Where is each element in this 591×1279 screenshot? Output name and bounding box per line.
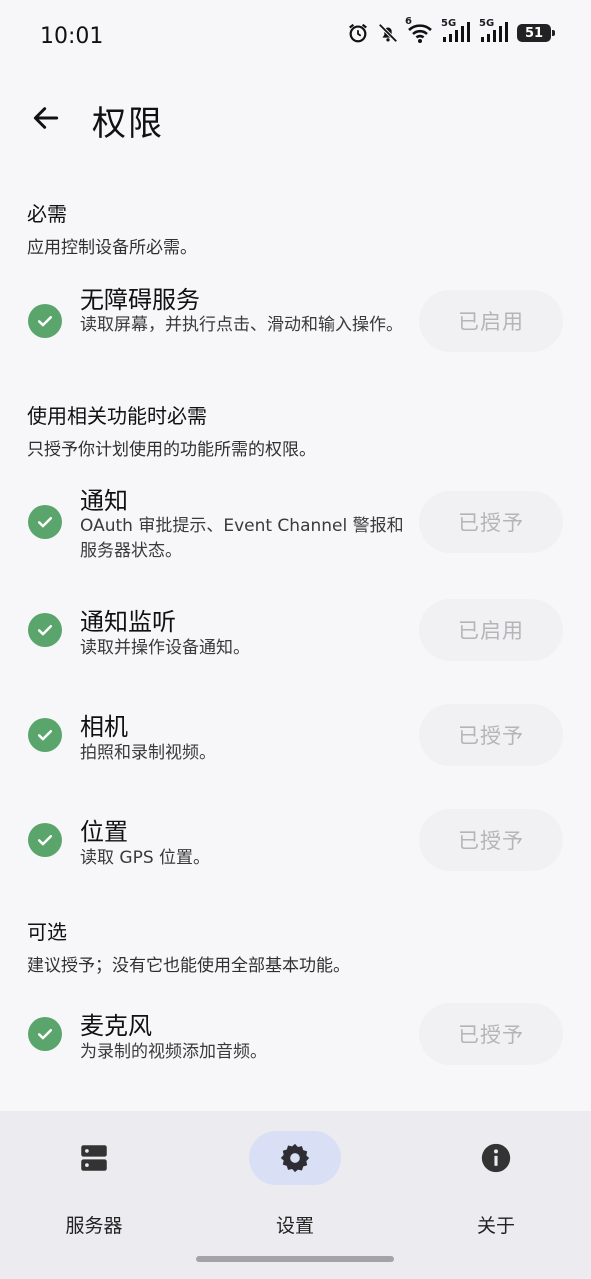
nav-item-servers[interactable]: 服务器 (19, 1131, 169, 1237)
nav-item-about[interactable]: 关于 (421, 1131, 571, 1237)
permission-name: 位置 (80, 818, 128, 846)
bottom-navigation: 服务器 设置 关于 (0, 1111, 591, 1279)
page-title: 权限 (92, 104, 164, 144)
nav-item-settings[interactable]: 设置 (220, 1131, 370, 1237)
back-button[interactable] (26, 98, 66, 138)
permission-name: 相机 (80, 713, 128, 741)
permission-description: 拍照和录制视频。 (80, 743, 216, 763)
permission-name: 麦克风 (80, 1012, 152, 1040)
arrow-back-icon (33, 107, 59, 129)
accessibility-status-button[interactable]: 已启用 (419, 290, 563, 352)
location-status-button[interactable]: 已授予 (419, 809, 563, 871)
check-circle-icon (28, 823, 62, 857)
permission-row-notification-listener: 通知监听 读取并操作设备通知。 已启用 (0, 599, 591, 682)
battery-icon: 51 (517, 24, 555, 42)
permission-row-accessibility: 无障碍服务 读取屏幕，并执行点击、滑动和输入操作。 已启用 (0, 280, 591, 360)
section-feature-description: 只授予你计划使用的功能所需的权限。 (27, 440, 316, 460)
notifications-status-button[interactable]: 已授予 (419, 491, 563, 553)
permission-description: 读取并操作设备通知。 (80, 638, 250, 658)
permission-name: 无障碍服务 (80, 286, 200, 314)
server-icon (48, 1131, 140, 1185)
nav-label: 设置 (275, 1215, 314, 1237)
permission-row-notifications: 通知 OAuth 审批提示、Event Channel 警报和服务器状态。 已授… (0, 481, 591, 561)
camera-status-button[interactable]: 已授予 (419, 704, 563, 766)
info-icon (450, 1131, 542, 1185)
section-required-description: 应用控制设备所必需。 (27, 238, 197, 258)
permission-row-location: 位置 读取 GPS 位置。 已授予 (0, 809, 591, 892)
gesture-handle[interactable] (196, 1256, 394, 1262)
microphone-status-button[interactable]: 已授予 (419, 1003, 563, 1065)
alarm-icon (347, 22, 369, 44)
check-circle-icon (28, 304, 62, 338)
status-bar: 10:01 6 5G 5G 51 (0, 0, 591, 76)
gear-icon (249, 1131, 341, 1185)
section-feature-title: 使用相关功能时必需 (27, 404, 207, 428)
section-optional-description: 建议授予；没有它也能使用全部基本功能。 (27, 956, 350, 976)
permission-name: 通知 (80, 487, 128, 515)
section-optional-title: 可选 (27, 920, 67, 944)
check-circle-icon (28, 613, 62, 647)
wifi-6-icon: 6 (405, 16, 433, 44)
notification-listener-status-button[interactable]: 已启用 (419, 599, 563, 661)
bell-off-icon (377, 22, 399, 44)
check-circle-icon (28, 505, 62, 539)
check-circle-icon (28, 718, 62, 752)
permission-description: 读取屏幕，并执行点击、滑动和输入操作。 (80, 315, 403, 335)
check-circle-icon (28, 1017, 62, 1051)
signal-5g-icon: 5G (441, 18, 471, 44)
permission-row-microphone: 麦克风 为录制的视频添加音频。 已授予 (0, 1003, 591, 1086)
status-time: 10:01 (40, 24, 104, 49)
nav-label: 关于 (476, 1215, 515, 1237)
app-bar: 权限 (0, 80, 591, 156)
permission-description: 为录制的视频添加音频。 (80, 1042, 267, 1062)
permission-name: 通知监听 (80, 608, 176, 636)
signal-5g-icon: 5G (479, 18, 509, 44)
permission-row-camera: 相机 拍照和录制视频。 已授予 (0, 704, 591, 787)
nav-label: 服务器 (65, 1215, 123, 1237)
section-required-title: 必需 (27, 202, 67, 226)
permission-description: 读取 GPS 位置。 (80, 848, 211, 868)
permission-description: OAuth 审批提示、Event Channel 警报和服务器状态。 (80, 516, 404, 561)
status-icons: 6 5G 5G 51 (347, 16, 555, 44)
